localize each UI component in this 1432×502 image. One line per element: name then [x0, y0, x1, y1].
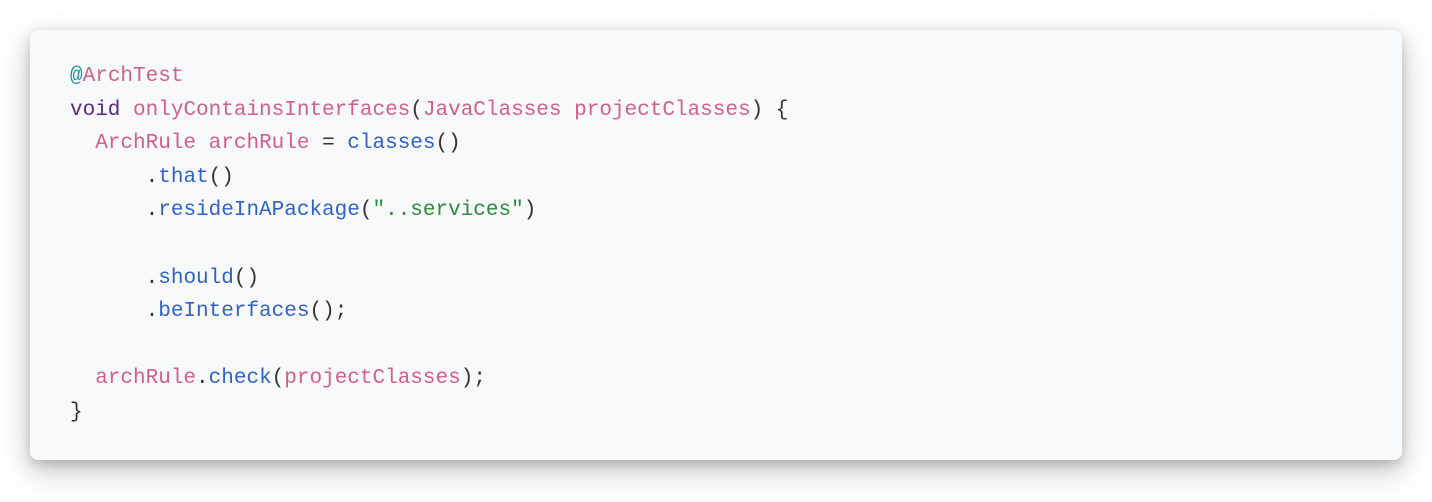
paren-open: (: [234, 267, 247, 290]
call-beInterfaces: beInterfaces: [158, 300, 309, 323]
param-name: projectClasses: [574, 99, 750, 122]
space: [763, 99, 776, 122]
equals: =: [309, 132, 347, 155]
paren-close: ): [322, 300, 335, 323]
indent: [70, 267, 146, 290]
decl-var: archRule: [209, 132, 310, 155]
paren-close: ): [221, 166, 234, 189]
dot: .: [146, 300, 159, 323]
paren-open: (: [309, 300, 322, 323]
paren-close: ): [751, 99, 764, 122]
brace-open: {: [776, 99, 789, 122]
paren-open: (: [436, 132, 449, 155]
string-literal: "..services": [372, 199, 523, 222]
indent: [70, 300, 146, 323]
indent: [70, 132, 95, 155]
indent: [70, 199, 146, 222]
semicolon: ;: [335, 300, 348, 323]
paren-open: (: [209, 166, 222, 189]
call-that: that: [158, 166, 208, 189]
paren-close: ): [524, 199, 537, 222]
code-block: @ArchTest void onlyContainsInterfaces(Ja…: [30, 30, 1402, 460]
call-should: should: [158, 267, 234, 290]
indent: [70, 166, 146, 189]
paren-close: ): [246, 267, 259, 290]
semicolon: ;: [473, 367, 486, 390]
space: [562, 99, 575, 122]
annotation-name: ArchTest: [83, 65, 184, 88]
space: [120, 99, 133, 122]
annotation-at: @: [70, 65, 83, 88]
stmt-var: archRule: [95, 367, 196, 390]
paren-open: (: [410, 99, 423, 122]
call-resideInAPackage: resideInAPackage: [158, 199, 360, 222]
paren-open: (: [360, 199, 373, 222]
paren-close: ): [461, 367, 474, 390]
paren-open: (: [272, 367, 285, 390]
dot: .: [146, 199, 159, 222]
paren-close: ): [448, 132, 461, 155]
brace-close: }: [70, 401, 83, 424]
dot: .: [146, 267, 159, 290]
keyword-void: void: [70, 99, 120, 122]
decl-type: ArchRule: [95, 132, 196, 155]
method-name: onlyContainsInterfaces: [133, 99, 410, 122]
dot: .: [196, 367, 209, 390]
space: [196, 132, 209, 155]
indent: [70, 367, 95, 390]
call-classes: classes: [347, 132, 435, 155]
call-check: check: [209, 367, 272, 390]
dot: .: [146, 166, 159, 189]
param-type: JavaClasses: [423, 99, 562, 122]
arg-projectClasses: projectClasses: [284, 367, 460, 390]
